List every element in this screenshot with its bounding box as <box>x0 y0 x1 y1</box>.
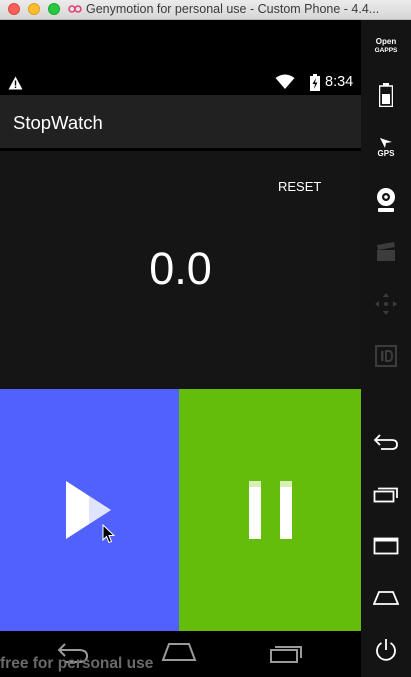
power-icon <box>376 639 396 661</box>
genymotion-toolbar: Open GAPPS GPS <box>361 20 411 677</box>
app-title: StopWatch <box>13 112 103 133</box>
recent-apps-icon <box>373 487 398 503</box>
elapsed-time: 0.0 <box>149 243 212 294</box>
reset-button[interactable]: RESET <box>272 177 327 196</box>
genymotion-logo-icon <box>68 5 82 13</box>
back-icon <box>373 434 398 450</box>
device-id-tool-button[interactable] <box>361 343 411 369</box>
home-icon[interactable] <box>161 642 197 662</box>
sidebar-back-button[interactable] <box>361 430 411 454</box>
id-icon <box>375 345 397 367</box>
pause-icon <box>249 481 292 539</box>
close-window-button[interactable] <box>8 3 20 15</box>
clapperboard-icon <box>377 242 395 261</box>
action-bar: StopWatch <box>0 95 361 148</box>
sidebar-menu-button[interactable] <box>361 534 411 558</box>
window-title: Genymotion for personal use - Custom Pho… <box>86 2 380 16</box>
webcam-tool-button[interactable] <box>361 186 411 214</box>
screencast-tool-button[interactable] <box>361 240 411 264</box>
warning-icon <box>8 76 23 90</box>
recent-apps-icon[interactable] <box>268 640 304 664</box>
status-clock: 8:34 <box>325 74 354 90</box>
opengapps-line2: GAPPS <box>374 47 398 54</box>
opengapps-icon: Open GAPPS <box>375 37 398 55</box>
webcam-icon <box>377 188 395 212</box>
sidebar-recent-button[interactable] <box>361 482 411 506</box>
zoom-window-button[interactable] <box>48 3 60 15</box>
pause-button[interactable] <box>179 389 361 631</box>
gps-icon <box>380 137 392 148</box>
android-screen: 8:34 StopWatch RESET 0.0 free for person… <box>0 20 361 677</box>
status-bar: 8:34 <box>0 71 361 95</box>
gps-tool-button[interactable]: GPS <box>361 134 411 160</box>
opengapps-line1: Open <box>375 37 397 46</box>
battery-icon <box>379 83 393 107</box>
wifi-icon <box>275 74 295 89</box>
battery-charging-icon <box>310 74 320 91</box>
battery-tool-button[interactable] <box>361 82 411 108</box>
minimize-window-button[interactable] <box>28 3 40 15</box>
sidebar-home-button[interactable] <box>361 586 411 610</box>
gps-label: GPS <box>377 148 395 158</box>
mouse-cursor-icon <box>102 524 115 544</box>
dpad-icon <box>375 293 397 315</box>
dpad-tool-button[interactable] <box>361 291 411 317</box>
start-button[interactable] <box>0 389 179 631</box>
menu-icon <box>373 537 399 555</box>
opengapps-button[interactable]: Open GAPPS <box>361 34 411 58</box>
sidebar-power-button[interactable] <box>361 637 411 663</box>
watermark-text: free for personal use <box>0 655 154 672</box>
stopwatch-display: RESET 0.0 <box>0 151 361 389</box>
window-titlebar: Genymotion for personal use - Custom Pho… <box>0 0 411 20</box>
home-icon <box>373 591 399 605</box>
